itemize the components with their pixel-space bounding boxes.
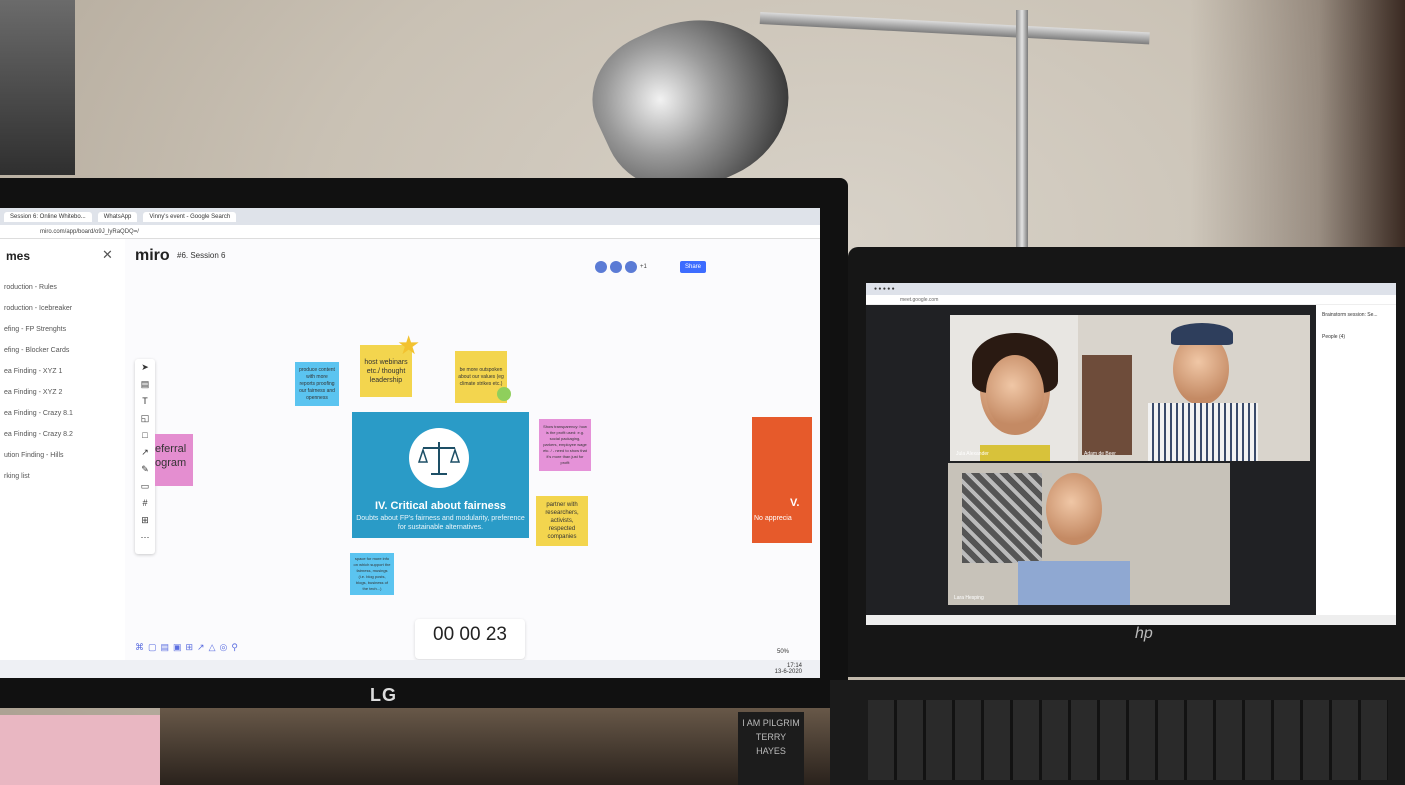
close-icon[interactable]: ✕ xyxy=(102,247,113,263)
participant-shirt xyxy=(1148,403,1258,461)
people-count[interactable]: People (4) xyxy=(1322,333,1390,341)
miro-logo[interactable]: miro xyxy=(135,247,170,265)
sidebar-item[interactable]: roduction - Rules xyxy=(0,277,125,298)
frame-subtitle: Doubts about FP's fairness and modularit… xyxy=(356,515,525,531)
video-call-grid: Jula Alexander Adam de Beer Lara Hesping xyxy=(866,305,1316,615)
sidebar-item[interactable]: ea Finding - XYZ 1 xyxy=(0,361,125,382)
browser-tab[interactable]: Session 6: Online Whitebo... xyxy=(4,211,92,222)
book-author-first: TERRY xyxy=(755,732,787,742)
participant-tile[interactable]: Lara Hesping xyxy=(948,463,1230,605)
frame-icon[interactable]: # xyxy=(135,495,155,512)
browser-tab[interactable]: Vinny's event - Google Search xyxy=(143,211,237,222)
frame-critical-about-fairness[interactable]: IV. Critical about fairness Doubts about… xyxy=(352,412,529,538)
panel-title: Brainstorm session: Se... xyxy=(1322,312,1378,318)
frames-sidebar: mes ✕ roduction - Rules roduction - Iceb… xyxy=(0,239,126,678)
more-icon[interactable]: ⋯ xyxy=(135,529,155,546)
browser-tab-bar: Session 6: Online Whitebo... WhatsApp Vi… xyxy=(0,208,820,225)
pen-icon[interactable]: ✎ xyxy=(135,461,155,478)
board-name[interactable]: #6. Session 6 xyxy=(177,251,225,260)
sticky-note-icon[interactable]: ◱ xyxy=(135,410,155,427)
sidebar-item[interactable]: rking list xyxy=(0,466,125,487)
sticky-note[interactable]: partner with researchers, activists, res… xyxy=(536,496,588,546)
bottom-toolbar[interactable]: ⌘▢▤▣⊞↗△◎⚲ xyxy=(135,642,242,653)
participant-face xyxy=(1046,473,1102,545)
sidebar-item[interactable]: ea Finding - Crazy 8.2 xyxy=(0,424,125,445)
star-icon: ★ xyxy=(397,330,421,360)
sticky-note[interactable]: space for more info on which support the… xyxy=(350,553,394,595)
browser-tab-bar: ● ● ● ● ● xyxy=(866,283,1396,295)
sidebar-item[interactable]: ution Finding - Hills xyxy=(0,445,125,466)
taskbar-clock: 17:14 13-6-2020 xyxy=(775,663,802,675)
line-icon[interactable]: ↗ xyxy=(135,444,155,461)
frame-subtitle: No apprecia xyxy=(754,515,792,522)
sidebar-item[interactable]: ea Finding - Crazy 8.1 xyxy=(0,403,125,424)
meeting-side-panel: Brainstorm session: Se... People (4) xyxy=(1316,305,1396,615)
participant-name: Jula Alexander xyxy=(956,451,989,457)
avatar[interactable] xyxy=(625,261,637,273)
extra-collaborators[interactable]: +1 xyxy=(640,261,647,273)
scale-icon xyxy=(409,428,469,488)
frame-title: IV. Critical about fairness xyxy=(374,500,507,512)
wall-poster xyxy=(0,0,75,175)
book-spine: I AM PILGRIM TERRY HAYES xyxy=(738,712,804,785)
book-title: I AM PILGRIM xyxy=(742,718,800,728)
sidebar-item[interactable]: efing - FP Strenghts xyxy=(0,319,125,340)
participant-tile[interactable]: Jula Alexander xyxy=(950,315,1078,461)
select-icon[interactable]: ➤ xyxy=(135,359,155,376)
avatar[interactable] xyxy=(610,261,622,273)
timer-value: 00 00 23 xyxy=(433,624,507,645)
sidebar-title: mes xyxy=(6,249,31,263)
shape-icon[interactable]: □ xyxy=(135,427,155,444)
frame-title: V. xyxy=(790,497,800,509)
avatar[interactable] xyxy=(595,261,607,273)
countdown-timer[interactable]: 00 00 23 xyxy=(415,619,525,659)
sidebar-item[interactable]: ea Finding - XYZ 2 xyxy=(0,382,125,403)
lamp-pole xyxy=(1016,10,1028,260)
monitor-brand-logo: LG xyxy=(370,685,397,705)
text-icon[interactable]: T xyxy=(135,393,155,410)
pink-card xyxy=(0,715,160,785)
sidebar-item[interactable]: efing - Blocker Cards xyxy=(0,340,125,361)
miro-board[interactable]: miro #6. Session 6 +1 Share ➤ ▤ T ◱ □ ↗ … xyxy=(125,239,820,678)
participant-cap xyxy=(1171,323,1233,345)
collaborator-avatars[interactable]: +1 xyxy=(595,261,647,273)
sticky-note[interactable]: Show transparency: how is the profit use… xyxy=(539,419,591,471)
laptop-screen: ● ● ● ● ● meet.google.com Jula Alexander… xyxy=(866,283,1396,625)
photo-wall xyxy=(962,473,1042,563)
upload-icon[interactable]: ⊞ xyxy=(135,512,155,529)
participant-shirt xyxy=(980,445,1050,461)
monitor-screen: Session 6: Online Whitebo... WhatsApp Vi… xyxy=(0,208,820,678)
participant-name: Lara Hesping xyxy=(954,595,984,601)
template-icon[interactable]: ▤ xyxy=(135,376,155,393)
participant-shirt xyxy=(1018,561,1130,605)
laptop-brand-logo: hp xyxy=(1135,625,1153,642)
laptop-taskbar xyxy=(866,615,1396,625)
windows-taskbar: 17:14 13-6-2020 xyxy=(0,660,820,678)
green-dot xyxy=(497,387,511,401)
sidebar-list: roduction - Rules roduction - Icebreaker… xyxy=(0,277,125,487)
sticky-note[interactable]: produce content with more reports proofi… xyxy=(295,362,339,406)
bookshelf xyxy=(1082,355,1132,455)
frame-referral-program[interactable]: eferral ogram xyxy=(155,434,193,486)
book-author-last: HAYES xyxy=(756,746,786,756)
toolbar: ➤ ▤ T ◱ □ ↗ ✎ ▭ # ⊞ ⋯ xyxy=(135,359,155,554)
address-bar[interactable]: meet.google.com xyxy=(866,295,1396,305)
sidebar-item[interactable]: roduction - Icebreaker xyxy=(0,298,125,319)
address-bar[interactable]: miro.com/app/board/o9J_lyRaQDQ=/ xyxy=(0,225,820,239)
participant-face xyxy=(986,355,1044,431)
share-button[interactable]: Share xyxy=(680,261,706,273)
taskbar-date: 13-6-2020 xyxy=(774,669,802,675)
participant-name: Adam de Beer xyxy=(1084,451,1116,457)
frame-v[interactable]: V. No apprecia xyxy=(752,417,812,543)
comment-icon[interactable]: ▭ xyxy=(135,478,155,495)
keyboard-keys xyxy=(868,700,1388,780)
zoom-level[interactable]: 50% xyxy=(777,649,789,655)
participant-tile[interactable]: Adam de Beer xyxy=(1078,315,1310,461)
browser-tab[interactable]: WhatsApp xyxy=(97,211,138,222)
